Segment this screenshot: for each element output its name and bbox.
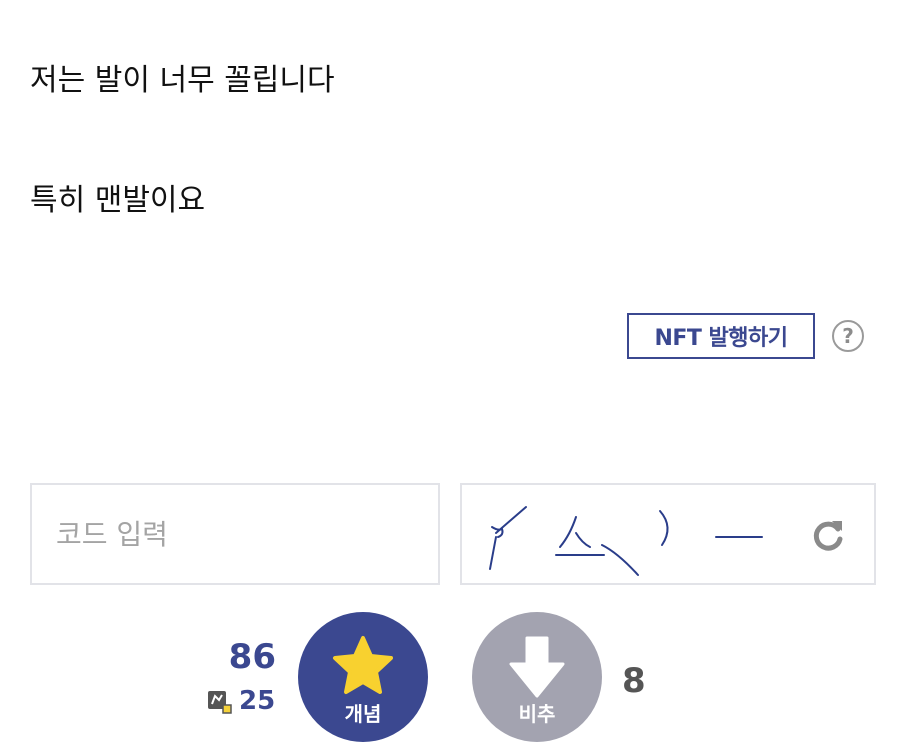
fixed-count: 25 — [239, 686, 276, 716]
downvote-count: 8 — [622, 661, 646, 701]
nft-issue-button[interactable]: NFT 발행하기 — [627, 313, 815, 359]
upvote-label: 개념 — [344, 702, 382, 726]
downvote-label: 비추 — [518, 702, 556, 726]
help-icon[interactable]: ? — [832, 320, 864, 352]
post-body-line-2: 특히 맨발이요 — [30, 183, 206, 218]
captcha-box — [460, 483, 876, 585]
upvote-count: 86 — [228, 637, 276, 677]
captcha-code-input[interactable] — [30, 483, 440, 585]
fixed-user-icon — [208, 691, 232, 714]
arrow-down-icon — [509, 636, 565, 698]
captcha-image — [489, 506, 763, 576]
star-icon — [333, 636, 393, 694]
downvote-button[interactable]: 비추 — [472, 612, 602, 742]
post-page: 저는 발이 너무 꼴립니다 특히 맨발이요 NFT 발행하기 ? 86 — [0, 0, 900, 749]
refresh-icon[interactable] — [810, 517, 846, 553]
post-body-line-1: 저는 발이 너무 꼴립니다 — [30, 63, 335, 98]
upvote-button[interactable]: 개념 — [298, 612, 428, 742]
fixed-user-count: 25 — [207, 688, 275, 714]
